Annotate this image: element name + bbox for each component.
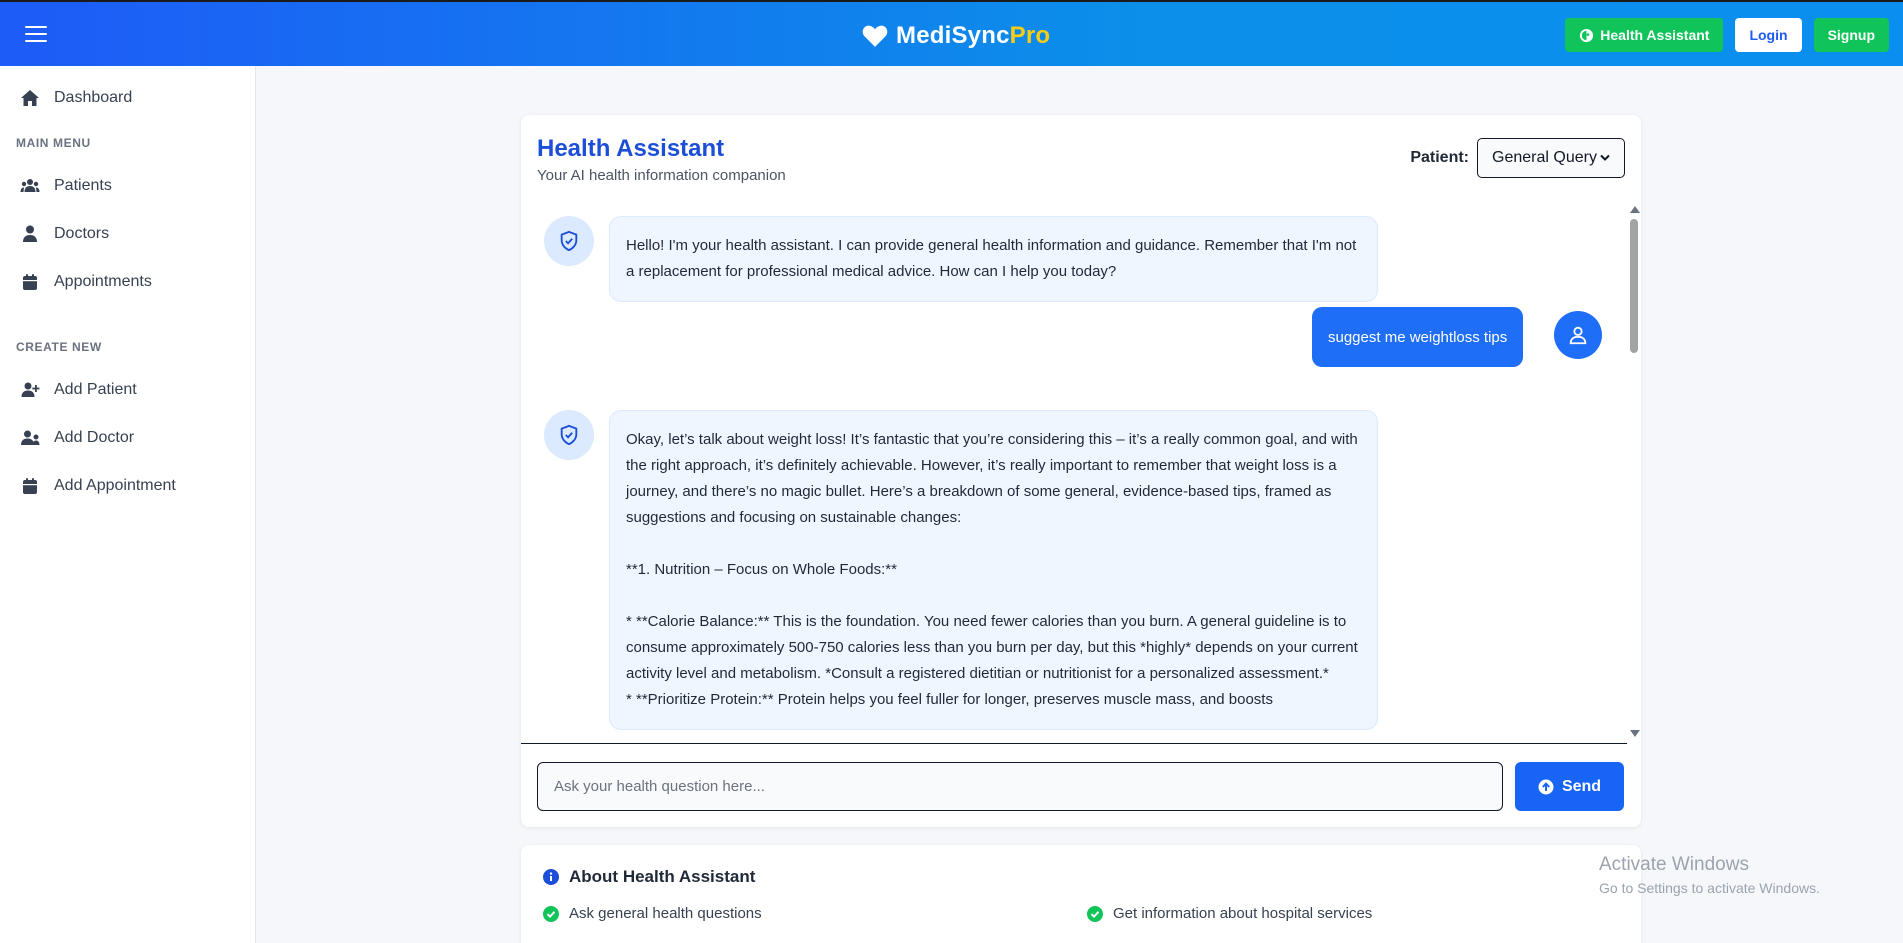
assistant-message: Okay, let’s talk about weight loss! It’s… bbox=[609, 410, 1378, 730]
user-message: suggest me weightloss tips bbox=[1312, 307, 1524, 367]
assistant-card: Health Assistant Your AI health informat… bbox=[521, 115, 1641, 827]
chat-area[interactable]: Hello! I'm your health assistant. I can … bbox=[521, 205, 1641, 742]
top-navbar: MediSyncPro Health Assistant Login Signu… bbox=[0, 0, 1903, 66]
sidebar-item-add-doctor[interactable]: Add Doctor bbox=[20, 428, 134, 448]
health-assistant-button[interactable]: Health Assistant bbox=[1565, 18, 1724, 52]
page-title: Health Assistant bbox=[537, 135, 725, 162]
sidebar-item-dashboard[interactable]: Dashboard bbox=[20, 88, 132, 108]
calendar-icon bbox=[23, 274, 37, 290]
check-circle-icon bbox=[1087, 905, 1103, 922]
scroll-down-arrow-icon[interactable] bbox=[1630, 730, 1640, 737]
chevron-down-icon bbox=[1600, 154, 1610, 161]
user-avatar bbox=[1554, 311, 1602, 359]
user-icon bbox=[1569, 326, 1587, 345]
user-md-icon bbox=[21, 430, 40, 445]
sidebar-item-add-appointment[interactable]: Add Appointment bbox=[20, 476, 176, 496]
brand-logo[interactable]: MediSyncPro bbox=[862, 22, 1050, 50]
heart-icon bbox=[862, 25, 888, 47]
info-icon bbox=[543, 869, 559, 885]
sidebar-item-patients[interactable]: Patients bbox=[20, 176, 112, 196]
shield-check-icon bbox=[560, 424, 578, 446]
assistant-message: Hello! I'm your health assistant. I can … bbox=[609, 216, 1378, 302]
chat-scrollbar[interactable] bbox=[1627, 203, 1641, 740]
patient-select[interactable]: General Query bbox=[1477, 138, 1625, 178]
page-subtitle: Your AI health information companion bbox=[537, 167, 786, 184]
assistant-avatar bbox=[544, 410, 594, 460]
about-title: About Health Assistant bbox=[543, 867, 755, 887]
scroll-thumb[interactable] bbox=[1630, 219, 1638, 353]
login-button[interactable]: Login bbox=[1735, 18, 1802, 52]
brand-name: MediSyncPro bbox=[896, 22, 1051, 49]
sidebar-item-add-patient[interactable]: Add Patient bbox=[20, 380, 137, 400]
menu-toggle-icon[interactable] bbox=[25, 26, 47, 44]
scroll-up-arrow-icon[interactable] bbox=[1630, 206, 1640, 213]
user-plus-icon bbox=[21, 382, 40, 397]
shield-check-icon bbox=[560, 230, 578, 252]
patient-label: Patient: bbox=[1410, 149, 1469, 166]
home-icon bbox=[21, 90, 39, 106]
calendar-plus-icon bbox=[23, 478, 37, 494]
robot-icon bbox=[1580, 28, 1594, 42]
assistant-avatar bbox=[544, 216, 594, 266]
main-menu-heading: MAIN MENU bbox=[16, 136, 91, 150]
question-input[interactable] bbox=[537, 762, 1503, 811]
user-doctor-icon bbox=[23, 225, 37, 242]
send-button[interactable]: Send bbox=[1515, 762, 1624, 811]
users-icon bbox=[20, 179, 40, 192]
patient-selector: Patient: General Query bbox=[1410, 138, 1625, 178]
sidebar-item-doctors[interactable]: Doctors bbox=[20, 224, 109, 244]
about-item: Ask general health questions bbox=[543, 905, 762, 922]
about-item: Get information about hospital services bbox=[1087, 905, 1372, 922]
signup-button[interactable]: Signup bbox=[1813, 18, 1889, 52]
windows-activation-watermark: Activate Windows Go to Settings to activ… bbox=[1599, 854, 1820, 896]
arrow-up-circle-icon bbox=[1538, 779, 1554, 794]
about-card: About Health Assistant Ask general healt… bbox=[521, 845, 1641, 943]
sidebar: Dashboard MAIN MENU Patients Doctors App… bbox=[0, 66, 256, 943]
check-circle-icon bbox=[543, 905, 559, 922]
create-new-heading: CREATE NEW bbox=[16, 340, 102, 354]
chat-divider bbox=[521, 743, 1627, 744]
sidebar-item-appointments[interactable]: Appointments bbox=[20, 272, 152, 292]
